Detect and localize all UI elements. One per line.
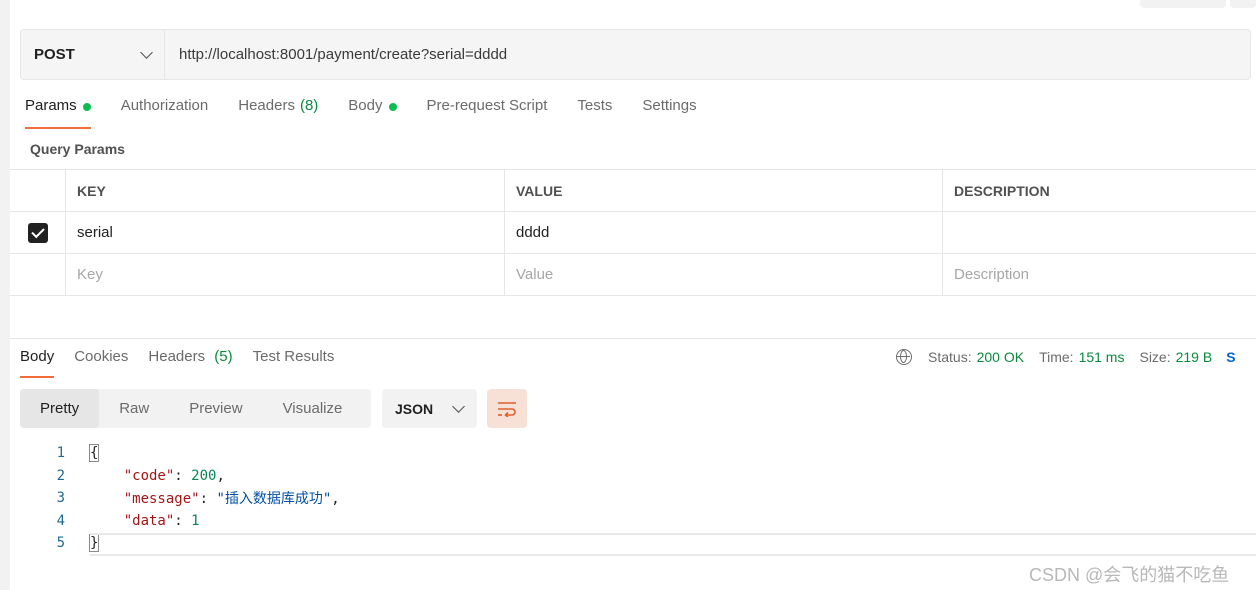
wrap-lines-icon: [498, 401, 516, 417]
format-pretty[interactable]: Pretty: [20, 389, 100, 428]
row-checkbox-cell: [10, 254, 66, 295]
time-label: Time:: [1039, 349, 1074, 365]
tab-tests[interactable]: Tests: [577, 97, 612, 129]
current-line-highlight: [90, 533, 1256, 556]
tab-label: Body: [20, 348, 55, 365]
chevron-down-icon: [140, 46, 153, 59]
chevron-down-icon: [452, 400, 465, 413]
code-line: 3 "message": "插入数据库成功",: [10, 487, 1256, 510]
url-input[interactable]: http://localhost:8001/payment/create?ser…: [165, 30, 1250, 79]
query-params-title: Query Params: [30, 141, 125, 157]
tab-label: Test Results: [252, 348, 335, 365]
tab-label: Body: [348, 97, 383, 114]
column-header-value: VALUE: [505, 170, 943, 211]
code-line: 4 "data": 1: [10, 510, 1256, 533]
watermark: CSDN @会飞的猫不吃鱼: [1029, 565, 1230, 585]
row-checkbox-cell: [10, 212, 66, 253]
request-bar: POST http://localhost:8001/payment/creat…: [20, 29, 1251, 80]
code-line: 2 "code": 200,: [10, 465, 1256, 488]
response-tab-test-results[interactable]: Test Results: [253, 348, 335, 378]
line-number: 1: [56, 445, 65, 462]
language-select[interactable]: JSON: [382, 389, 477, 428]
line-number: 2: [56, 467, 65, 484]
top-toolbar-button[interactable]: [1140, 0, 1226, 8]
new-value-field[interactable]: Value: [505, 254, 943, 295]
open-brace: {: [88, 444, 100, 463]
json-key: "message": [123, 491, 200, 508]
tab-label: Cookies: [74, 348, 129, 365]
status-value[interactable]: 200 OK: [977, 349, 1024, 365]
params-table: KEY VALUE DESCRIPTION serial dddd Key Va…: [10, 169, 1256, 296]
json-key: "code": [123, 467, 175, 484]
left-panel-edge: [0, 0, 10, 590]
param-description-field[interactable]: [943, 212, 1256, 253]
method-label: POST: [34, 46, 75, 63]
table-row-empty: Key Value Description: [10, 254, 1256, 296]
indicator-dot-icon: [388, 103, 397, 111]
new-description-field[interactable]: Description: [943, 254, 1256, 295]
json-number: 1: [191, 512, 200, 529]
tab-label: Settings: [642, 97, 697, 114]
tab-authorization[interactable]: Authorization: [121, 97, 209, 129]
json-number: 200: [191, 467, 217, 484]
format-raw[interactable]: Raw: [99, 389, 169, 428]
format-segmented-control: Pretty Raw Preview Visualize: [20, 389, 371, 428]
method-select[interactable]: POST: [21, 30, 165, 79]
table-header-row: KEY VALUE DESCRIPTION: [10, 170, 1256, 212]
json-key: "data": [123, 512, 175, 529]
top-toolbar-button-2[interactable]: [1230, 0, 1256, 8]
tab-headers[interactable]: Headers (8): [238, 97, 318, 129]
tab-count: (8): [299, 97, 319, 114]
param-value-field[interactable]: dddd: [505, 212, 943, 253]
size-value[interactable]: 219 B: [1176, 349, 1213, 365]
tab-label: Headers: [238, 97, 295, 114]
table-row: serial dddd: [10, 212, 1256, 254]
response-tabs: Body Cookies Headers (5) Test Results: [20, 348, 354, 378]
line-number: 3: [56, 490, 65, 507]
indicator-dot-icon: [82, 103, 91, 111]
response-tab-headers[interactable]: Headers (5): [148, 348, 232, 378]
line-number: 5: [56, 535, 65, 552]
json-string: "插入数据库成功": [216, 491, 332, 508]
request-tabs: Params Authorization Headers (8) Body Pr…: [25, 97, 727, 131]
format-preview[interactable]: Preview: [169, 389, 262, 428]
status-label: Status:: [928, 349, 972, 365]
globe-icon[interactable]: [896, 349, 912, 365]
language-label: JSON: [395, 400, 434, 417]
response-status-bar: Status: 200 OK Time: 151 ms Size: 219 B …: [896, 349, 1236, 365]
save-response-button[interactable]: S: [1226, 349, 1235, 365]
tab-settings[interactable]: Settings: [642, 97, 696, 129]
response-tab-cookies[interactable]: Cookies: [74, 348, 128, 378]
code-line-current: 5 }: [10, 532, 1256, 556]
tab-params[interactable]: Params: [25, 97, 91, 129]
param-key-field[interactable]: serial: [66, 212, 505, 253]
response-tab-body[interactable]: Body: [20, 348, 55, 378]
new-key-field[interactable]: Key: [66, 254, 505, 295]
tab-body[interactable]: Body: [348, 97, 397, 129]
json-punct: ,: [216, 467, 225, 484]
pane-divider[interactable]: [10, 338, 1256, 339]
line-number: 4: [56, 512, 65, 529]
column-header-key: KEY: [66, 170, 505, 211]
wrap-lines-button[interactable]: [487, 389, 527, 428]
response-body-editor[interactable]: 1 { 2 "code": 200, 3 "message": "插入数据库成功…: [10, 442, 1256, 556]
code-line: 1 {: [10, 442, 1256, 465]
checkbox-checked-icon[interactable]: [27, 222, 48, 243]
size-label: Size:: [1139, 349, 1171, 365]
header-checkbox-cell: [10, 170, 66, 211]
column-header-description: DESCRIPTION: [954, 182, 1050, 199]
tab-label: Headers: [148, 348, 206, 365]
tab-pre-request-script[interactable]: Pre-request Script: [427, 97, 548, 129]
tab-label: Tests: [577, 97, 613, 114]
tab-count: (5): [214, 348, 233, 365]
time-value[interactable]: 151 ms: [1079, 349, 1125, 365]
format-visualize[interactable]: Visualize: [263, 389, 363, 428]
tab-label: Authorization: [120, 97, 209, 114]
tab-label: Pre-request Script: [426, 97, 548, 114]
json-punct: ,: [331, 491, 340, 508]
tab-label: Params: [25, 97, 77, 114]
